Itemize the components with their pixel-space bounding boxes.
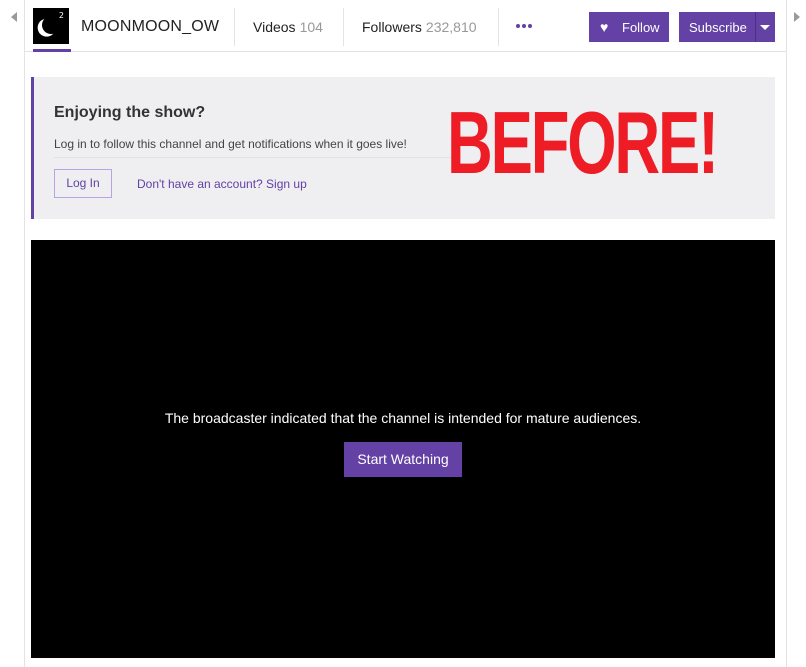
promo-description: Log in to follow this channel and get no… (54, 137, 407, 151)
login-button[interactable]: Log In (54, 169, 112, 198)
avatar-superscript: 2 (58, 11, 64, 20)
subscribe-button[interactable]: Subscribe (679, 12, 775, 42)
left-edge-divider (24, 0, 25, 667)
header-divider (234, 8, 235, 46)
tab-followers[interactable]: Followers 232,810 (362, 19, 477, 35)
scroll-left-icon[interactable] (11, 12, 17, 22)
followers-label: Followers (362, 19, 422, 35)
follow-button[interactable]: ♥ Follow (589, 12, 669, 42)
right-edge-divider (786, 0, 787, 667)
promo-title: Enjoying the show? (54, 104, 206, 121)
before-overlay-text: BEFORE! (447, 93, 719, 192)
login-promo-panel: Enjoying the show? Log in to follow this… (31, 77, 775, 219)
channel-header: 2 MOONMOON_OW Videos 104 Followers 232,810… (25, 0, 786, 52)
tab-videos[interactable]: Videos 104 (253, 19, 323, 35)
start-watching-button[interactable]: Start Watching (344, 442, 462, 477)
mature-warning-message: The broadcaster indicated that the chann… (164, 410, 642, 426)
video-player[interactable]: The broadcaster indicated that the chann… (31, 240, 775, 658)
followers-count: 232,810 (425, 19, 477, 35)
page: 2 MOONMOON_OW Videos 104 Followers 232,810… (0, 0, 806, 667)
scroll-right-icon[interactable] (794, 12, 800, 22)
subscribe-label: Subscribe (689, 20, 747, 35)
more-dots-icon[interactable] (516, 24, 532, 30)
subscribe-separator (755, 12, 756, 42)
channel-name[interactable]: MOONMOON_OW (81, 18, 219, 36)
follow-label: Follow (622, 20, 660, 35)
videos-count: 104 (299, 19, 323, 35)
header-divider (343, 8, 344, 46)
videos-label: Videos (253, 19, 296, 35)
active-tab-indicator (33, 49, 71, 52)
signup-link[interactable]: Don't have an account? Sign up (137, 177, 307, 191)
channel-avatar[interactable]: 2 (33, 8, 69, 44)
header-divider (498, 8, 499, 46)
promo-divider (54, 157, 454, 158)
caret-down-icon[interactable] (760, 25, 770, 30)
heart-icon: ♥ (600, 19, 609, 35)
